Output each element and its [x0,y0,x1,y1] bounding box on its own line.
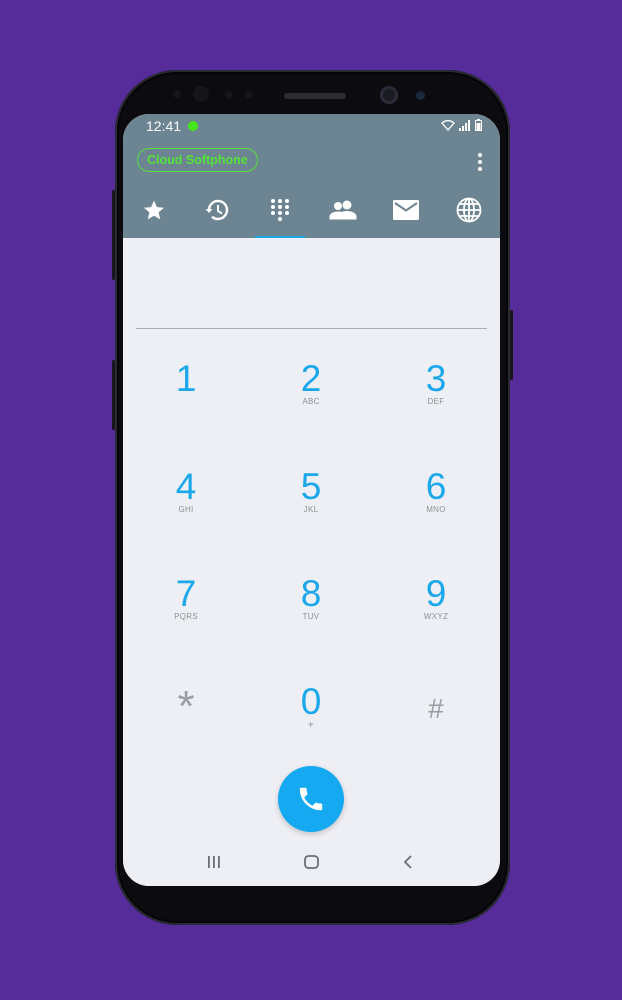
status-icons [441,119,482,131]
app-header: 12:41 Cloud Softphone [123,114,500,238]
signal-icon [459,120,470,131]
dialpad-key-star[interactable]: * [131,682,241,767]
key-digit: 1 [175,358,197,399]
key-letters: MNO [426,505,446,514]
app-name-badge[interactable]: Cloud Softphone [137,148,258,172]
tab-contacts[interactable] [311,194,374,226]
key-letters: TUV [302,612,320,621]
dialpad-key-1[interactable]: 1 [131,359,241,439]
front-camera [380,86,398,104]
iris-sensor [193,86,209,102]
key-digit: 2 [300,358,322,399]
star-icon [144,200,165,220]
tab-dialpad[interactable] [249,194,312,238]
call-button[interactable] [278,766,344,832]
history-icon [205,199,229,221]
tab-web[interactable] [437,194,500,226]
tab-history[interactable] [186,194,249,226]
screen: 12:41 Cloud Softphone 1 2 ABC 3 DEF 4 GH… [123,114,500,886]
dialpad-key-6[interactable]: 6 MNO [381,467,491,547]
dialpad-key-2[interactable]: 2 ABC [256,359,366,439]
dialed-number-field[interactable] [136,264,487,329]
system-navigation-bar [123,841,500,886]
phone-icon [299,787,323,811]
battery-icon [475,119,482,131]
dialpad-key-4[interactable]: 4 GHI [131,467,241,547]
dialpad-key-8[interactable]: 8 TUV [256,574,366,654]
key-digit: 9 [425,573,447,614]
key-letters: + [307,720,315,731]
dialpad-icon [271,199,290,221]
dialpad-key-hash[interactable]: # [381,689,491,769]
volume-button [112,360,115,430]
key-digit: * [177,682,195,731]
status-time: 12:41 [146,118,182,134]
key-letters: DEF [427,397,445,406]
dialpad-key-3[interactable]: 3 DEF [381,359,491,439]
key-digit: 4 [175,466,197,507]
key-letters: WXYZ [423,612,449,621]
dialpad-key-0[interactable]: 0 + [256,682,366,762]
call-indicator-dot [188,121,198,131]
bixby-button [112,190,115,280]
key-digit: 7 [175,573,197,614]
mail-icon [392,200,419,220]
power-button [510,310,513,380]
sensor [416,91,425,100]
globe-icon [456,197,481,223]
sensor [245,91,253,99]
sensor [225,91,233,99]
key-digit: 3 [425,358,447,399]
key-digit: 0 [300,681,322,722]
recent-apps-icon[interactable] [207,855,221,869]
more-options-icon[interactable] [477,153,483,171]
home-icon[interactable] [304,855,319,869]
key-letters: GHI [178,505,194,514]
tab-favorites[interactable] [123,194,186,226]
earpiece-speaker [284,93,346,99]
dialpad-key-9[interactable]: 9 WXYZ [381,574,491,654]
dialpad-key-5[interactable]: 5 JKL [256,467,366,547]
key-digit: 8 [300,573,322,614]
sensor [173,90,181,98]
key-letters: PQRS [174,612,198,621]
dialpad-key-7[interactable]: 7 PQRS [131,574,241,654]
key-digit: 6 [425,466,447,507]
wifi-icon [441,120,455,131]
key-letters: JKL [303,505,319,514]
tab-messages[interactable] [374,194,437,226]
key-letters: ABC [302,397,320,406]
key-digit: 5 [300,466,322,507]
contacts-icon [329,200,357,220]
main-tabs [123,194,500,238]
key-digit: # [428,693,444,724]
back-icon[interactable] [403,855,413,869]
